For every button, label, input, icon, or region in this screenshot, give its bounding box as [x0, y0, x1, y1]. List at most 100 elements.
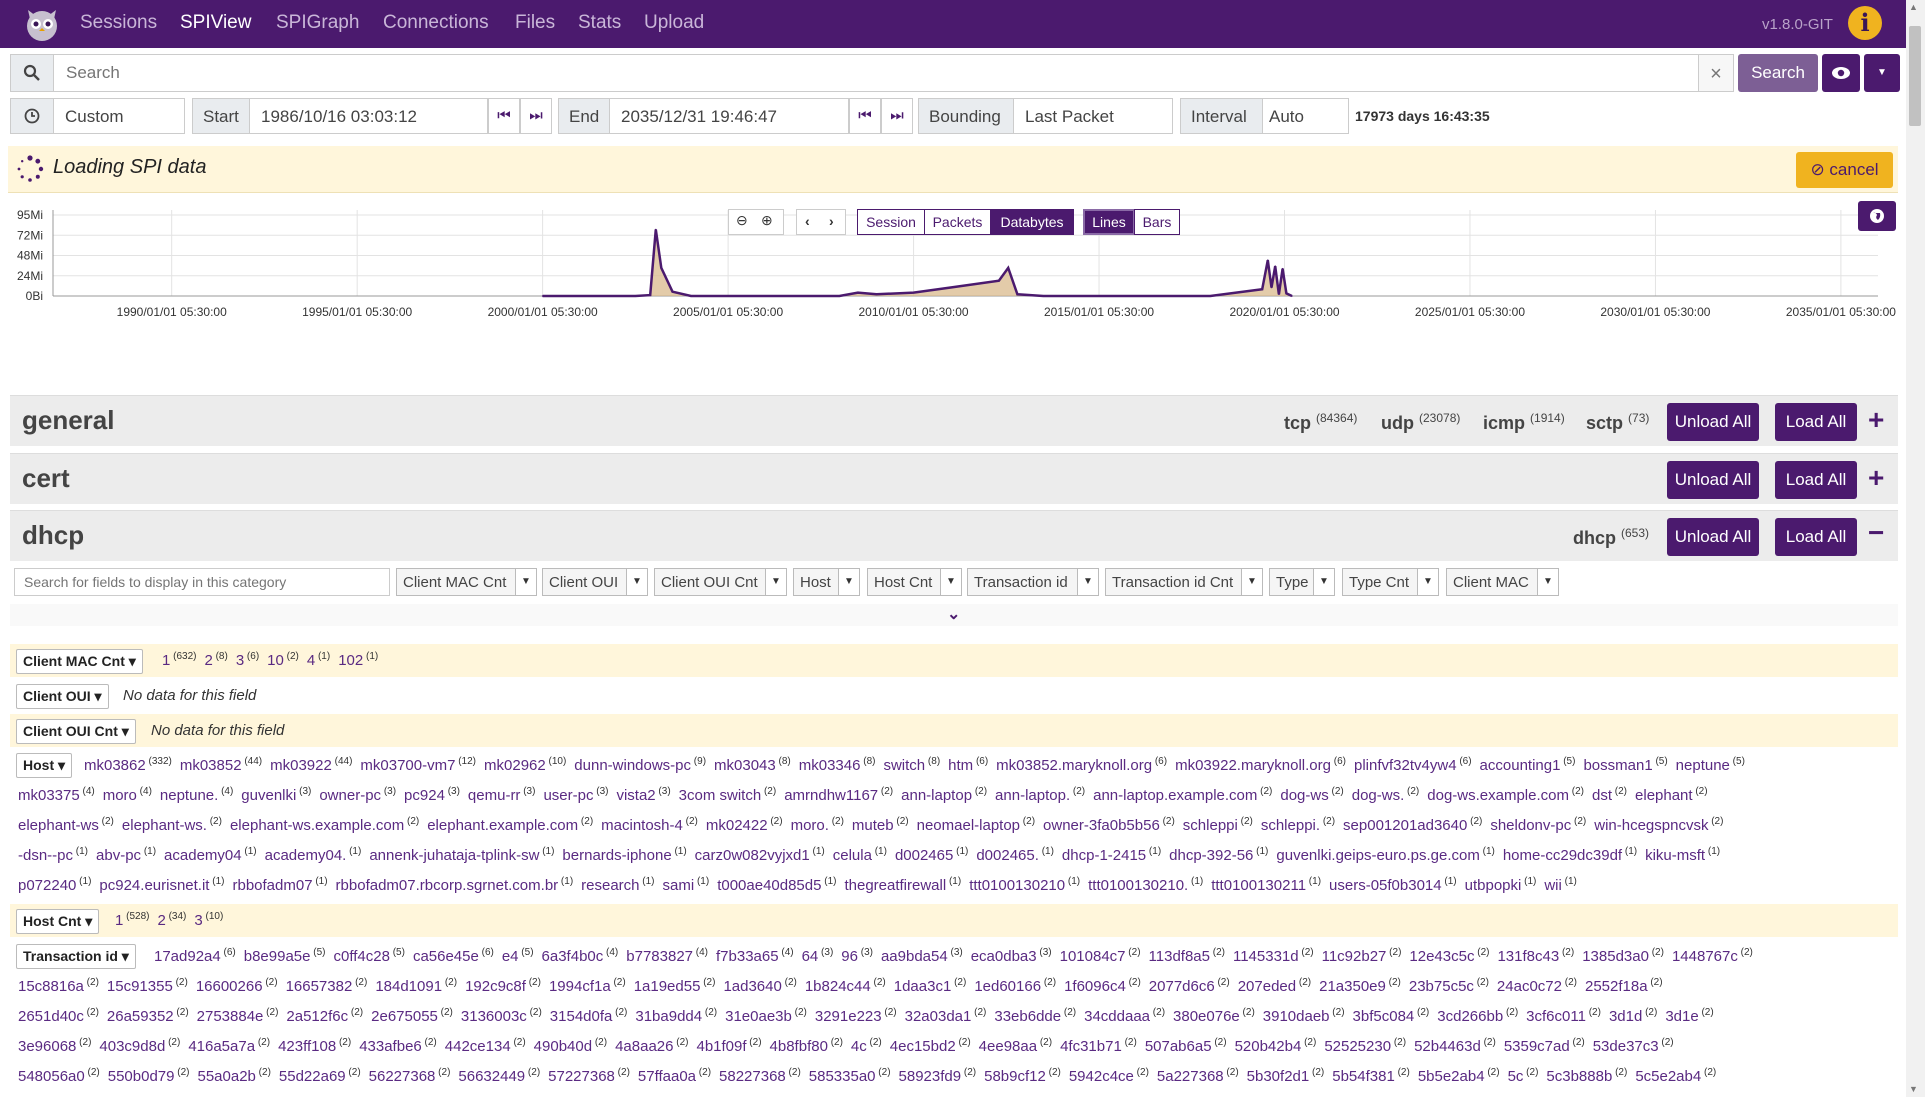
field-value[interactable]: mk03043 (8) [714, 756, 791, 774]
field-value[interactable]: 2753884e (2) [197, 1007, 279, 1025]
unload-all-button[interactable]: Unload All [1667, 518, 1759, 556]
field-value[interactable]: 550b0d79 (2) [108, 1067, 190, 1085]
expand-icon[interactable]: + [1868, 462, 1884, 494]
field-value[interactable]: 64 (3) [802, 947, 834, 965]
field-value[interactable]: sami (1) [663, 876, 710, 894]
field-value[interactable]: 23b75c5c (2) [1409, 977, 1489, 995]
field-value[interactable]: schleppi. (2) [1261, 816, 1335, 834]
field-button-transaction-id[interactable]: Transaction id ▾ [16, 944, 136, 969]
field-value[interactable]: 31ba9dd4 (2) [635, 1007, 717, 1025]
unload-all-button[interactable]: Unload All [1667, 461, 1759, 499]
load-all-button[interactable]: Load All [1775, 403, 1857, 441]
caret-down-icon[interactable]: ▼ [838, 569, 859, 595]
time-range-select[interactable]: Custom [53, 98, 185, 134]
field-value[interactable]: 433afbe6 (2) [359, 1037, 437, 1055]
field-value[interactable]: e4 (5) [502, 947, 534, 965]
field-value[interactable]: 3 (10) [194, 911, 223, 929]
proto-udp[interactable]: udp (23078) [1381, 411, 1460, 434]
field-search-input[interactable] [14, 568, 390, 596]
clear-search-icon[interactable]: × [1698, 54, 1734, 92]
field-value[interactable]: 34cddaaa (2) [1084, 1007, 1165, 1025]
field-value[interactable]: moro. (2) [791, 816, 844, 834]
field-value[interactable]: 1f6096c4 (2) [1064, 977, 1141, 995]
caret-down-icon[interactable]: ▼ [1077, 569, 1098, 595]
field-value[interactable]: 15c91355 (2) [107, 977, 188, 995]
field-value[interactable]: 416a5a7a (2) [188, 1037, 270, 1055]
field-value[interactable]: 58227368 (2) [719, 1067, 801, 1085]
field-value[interactable]: elephant-ws. (2) [122, 816, 222, 834]
field-value[interactable]: d002465 (1) [895, 846, 968, 864]
field-value[interactable]: 5a227368 (2) [1157, 1067, 1239, 1085]
field-value[interactable]: mk03852 (44) [180, 756, 262, 774]
caret-down-icon[interactable]: ▼ [1241, 569, 1262, 595]
field-selector-client-oui-cnt[interactable]: Client OUI Cnt ▼ [654, 568, 787, 596]
field-value[interactable]: 6a3f4b0c (4) [542, 947, 619, 965]
field-value[interactable]: vista2 (3) [616, 786, 670, 804]
field-value[interactable]: 131f8c43 (2) [1497, 947, 1574, 965]
field-value[interactable]: mk03852.maryknoll.org (6) [996, 756, 1167, 774]
field-value[interactable]: bernards-iphone (1) [562, 846, 686, 864]
field-value[interactable]: 52525230 (2) [1324, 1037, 1406, 1055]
field-value[interactable]: 58923fd9 (2) [899, 1067, 977, 1085]
field-value[interactable]: 4b8fbf80 (2) [770, 1037, 843, 1055]
field-value[interactable]: 15c8816a (2) [18, 977, 99, 995]
field-value[interactable]: 16600266 (2) [196, 977, 278, 995]
field-value[interactable]: ca56e45e (6) [413, 947, 494, 965]
field-value[interactable]: 3d1e (2) [1665, 1007, 1713, 1025]
field-value[interactable]: 2077d6c6 (2) [1149, 977, 1230, 995]
field-value[interactable]: eca0dba3 (3) [971, 947, 1052, 965]
field-value[interactable]: 548056a0 (2) [18, 1067, 100, 1085]
nav-stats[interactable]: Stats [578, 12, 621, 34]
field-value[interactable]: 1ed60166 (2) [974, 977, 1056, 995]
field-value[interactable]: 57ffaa0a (2) [638, 1067, 711, 1085]
start-first-icon[interactable]: ⏮ [488, 98, 520, 134]
field-selector-client-oui[interactable]: Client OUI ▼ [542, 568, 648, 596]
search-button[interactable]: Search [1738, 54, 1818, 92]
field-value[interactable]: academy04. (1) [265, 846, 362, 864]
field-value[interactable]: dog-ws.example.com (2) [1427, 786, 1584, 804]
field-value[interactable]: 96 (3) [841, 947, 873, 965]
field-value[interactable]: 33eb6dde (2) [994, 1007, 1076, 1025]
field-value[interactable]: muteb (2) [852, 816, 909, 834]
field-value[interactable]: 2552f18a (2) [1585, 977, 1663, 995]
field-value[interactable]: 1 (528) [115, 911, 149, 929]
field-value[interactable]: schleppi (2) [1183, 816, 1253, 834]
field-value[interactable]: neptune (5) [1676, 756, 1745, 774]
proto-sctp[interactable]: sctp (73) [1586, 411, 1649, 434]
field-value[interactable]: mk03922 (44) [270, 756, 352, 774]
end-time-input[interactable]: 2035/12/31 19:46:47 [609, 98, 849, 134]
info-icon[interactable]: i [1848, 6, 1882, 40]
pan-right-icon[interactable]: › [829, 213, 834, 229]
tab-session[interactable]: Session [857, 209, 925, 235]
field-value[interactable]: 1daa3c1 (2) [894, 977, 967, 995]
field-selector-transaction-id[interactable]: Transaction id ▼ [967, 568, 1099, 596]
field-value[interactable]: 5b30f2d1 (2) [1247, 1067, 1325, 1085]
tab-packets[interactable]: Packets [924, 209, 991, 235]
field-value[interactable]: 2 (34) [157, 911, 186, 929]
field-value[interactable]: moro (4) [103, 786, 152, 804]
field-value[interactable]: guvenlki.geips-euro.ps.ge.com (1) [1276, 846, 1494, 864]
field-value[interactable]: academy04 (1) [164, 846, 257, 864]
field-value[interactable]: 3e96068 (2) [18, 1037, 91, 1055]
field-value[interactable]: 4a8aa26 (2) [615, 1037, 688, 1055]
field-value[interactable]: elephant-ws.example.com (2) [230, 816, 419, 834]
style-bars[interactable]: Bars [1134, 209, 1180, 235]
caret-down-icon[interactable]: ▼ [940, 569, 961, 595]
field-value[interactable]: 3154d0fa (2) [550, 1007, 628, 1025]
field-value[interactable]: 1 (632) [162, 651, 196, 669]
field-value[interactable]: 520b42b4 (2) [1235, 1037, 1317, 1055]
field-value[interactable]: -dsn--pc (1) [18, 846, 88, 864]
field-value[interactable]: 1b824c44 (2) [805, 977, 886, 995]
nav-files[interactable]: Files [515, 12, 555, 34]
field-value[interactable]: 4 (1) [307, 651, 330, 669]
field-value[interactable]: 2651d40c (2) [18, 1007, 99, 1025]
field-button-host-cnt[interactable]: Host Cnt ▾ [16, 909, 100, 934]
field-button-client-oui[interactable]: Client OUI ▾ [16, 684, 109, 709]
field-value[interactable]: carz0w082vyjxd1 (1) [695, 846, 825, 864]
field-value[interactable]: 5942c4ce (2) [1069, 1067, 1149, 1085]
field-value[interactable]: dhcp-1-2415 (1) [1062, 846, 1161, 864]
field-value[interactable]: 5b54f381 (2) [1332, 1067, 1410, 1085]
field-value[interactable]: users-05f0b3014 (1) [1329, 876, 1457, 894]
scroll-down-arrow-icon[interactable]: ▼ [1909, 1084, 1918, 1094]
field-value[interactable]: 207eded (2) [1238, 977, 1311, 995]
